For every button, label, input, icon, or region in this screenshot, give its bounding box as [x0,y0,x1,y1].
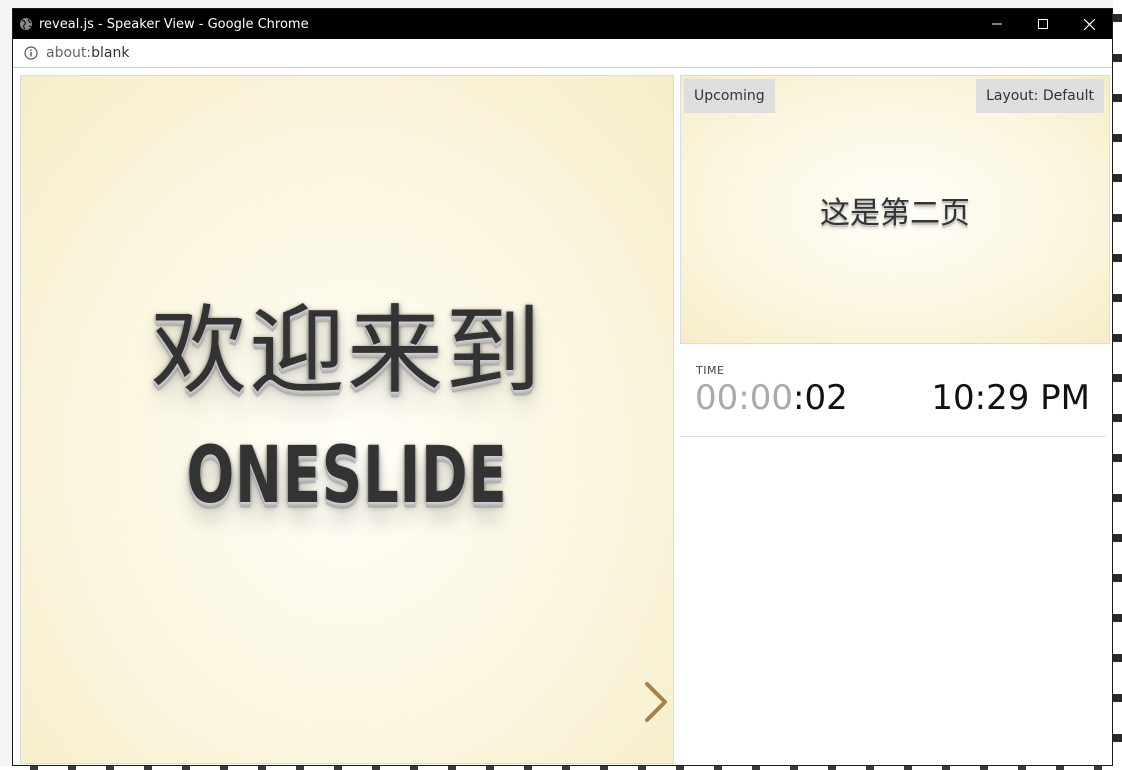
upcoming-slide-preview: Upcoming Layout: Default 这是第二页 [680,75,1110,344]
close-icon [1083,18,1095,30]
slide-subheading: ONESLIDE [186,431,508,521]
url-scheme: about: [46,45,92,61]
slide-heading: 欢迎来到 [151,295,543,407]
url-path: blank [91,45,130,61]
address-bar[interactable]: about:blank [13,39,1112,68]
upcoming-slide-text: 这是第二页 [820,196,970,231]
window-titlebar[interactable]: reveal.js - Speaker View - Google Chrome [13,9,1112,39]
chevron-right-icon [645,682,667,722]
layout-button[interactable]: Layout: Default [976,79,1104,113]
time-panel: TIME 00:00:02 10:29 PM [680,345,1106,437]
minimize-button[interactable] [974,9,1020,39]
browser-window: reveal.js - Speaker View - Google Chrome… [12,8,1113,766]
desktop-background-bottom [0,766,1122,770]
timer-sep-1: : [738,378,750,418]
current-slide: 欢迎来到 ONESLIDE [20,75,674,764]
close-button[interactable] [1066,9,1112,39]
desktop-background [1113,0,1122,770]
window-title: reveal.js - Speaker View - Google Chrome [39,16,309,32]
timer-minutes: 00 [749,378,793,418]
clock: 10:29 PM [931,378,1090,418]
timer-seconds: 02 [804,378,848,418]
globe-icon [19,17,33,31]
timer-sep-2: : [793,378,805,418]
next-slide-arrow[interactable] [641,680,671,724]
info-icon[interactable] [24,46,38,60]
time-label: TIME [696,364,725,377]
minimize-icon [992,23,1002,25]
timer-hours: 00 [695,378,739,418]
maximize-icon [1038,19,1048,29]
maximize-button[interactable] [1020,9,1066,39]
elapsed-timer[interactable]: 00:00:02 [695,378,848,418]
url-text[interactable]: about:blank [46,45,129,61]
upcoming-label: Upcoming [684,79,775,113]
